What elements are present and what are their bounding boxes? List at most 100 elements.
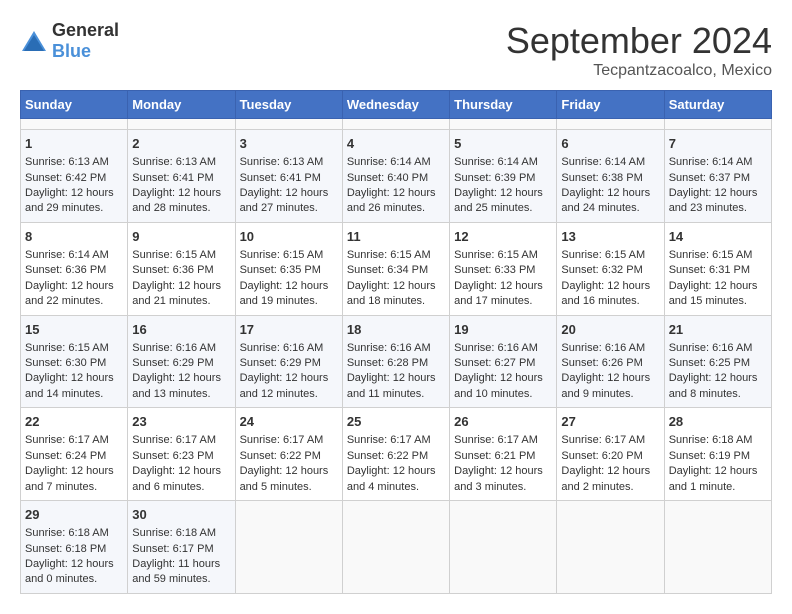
sunrise-text: Sunrise: 6:13 AM bbox=[240, 156, 324, 168]
sunrise-text: Sunrise: 6:14 AM bbox=[25, 249, 109, 261]
sunrise-text: Sunrise: 6:17 AM bbox=[561, 434, 645, 446]
calendar-cell: 21Sunrise: 6:16 AMSunset: 6:25 PMDayligh… bbox=[664, 315, 771, 408]
dow-header-sunday: Sunday bbox=[21, 91, 128, 119]
sunrise-text: Sunrise: 6:16 AM bbox=[132, 342, 216, 354]
dow-header-saturday: Saturday bbox=[664, 91, 771, 119]
sunset-text: Sunset: 6:28 PM bbox=[347, 357, 428, 369]
title-area: September 2024 Tecpantzacoalco, Mexico bbox=[506, 20, 772, 80]
month-title: September 2024 bbox=[506, 20, 772, 62]
calendar-cell bbox=[235, 501, 342, 594]
day-number: 8 bbox=[25, 228, 123, 246]
sunrise-text: Sunrise: 6:13 AM bbox=[25, 156, 109, 168]
sunset-text: Sunset: 6:25 PM bbox=[669, 357, 750, 369]
sunset-text: Sunset: 6:32 PM bbox=[561, 264, 642, 276]
daylight-text: Daylight: 12 hours and 9 minutes. bbox=[561, 372, 650, 399]
sunrise-text: Sunrise: 6:15 AM bbox=[25, 342, 109, 354]
logo-general-text: General bbox=[52, 20, 119, 40]
daylight-text: Daylight: 12 hours and 7 minutes. bbox=[25, 465, 114, 492]
calendar-cell: 10Sunrise: 6:15 AMSunset: 6:35 PMDayligh… bbox=[235, 222, 342, 315]
sunset-text: Sunset: 6:18 PM bbox=[25, 543, 106, 555]
calendar-cell bbox=[450, 501, 557, 594]
calendar-cell: 9Sunrise: 6:15 AMSunset: 6:36 PMDaylight… bbox=[128, 222, 235, 315]
sunset-text: Sunset: 6:36 PM bbox=[25, 264, 106, 276]
sunrise-text: Sunrise: 6:17 AM bbox=[132, 434, 216, 446]
sunset-text: Sunset: 6:26 PM bbox=[561, 357, 642, 369]
calendar-cell: 8 Sunrise: 6:14 AM Sunset: 6:36 PM Daylight… bbox=[21, 222, 128, 315]
sunset-text: Sunset: 6:22 PM bbox=[347, 450, 428, 462]
sunset-text: Sunset: 6:27 PM bbox=[454, 357, 535, 369]
day-number: 29 bbox=[25, 506, 123, 524]
daylight-text: Daylight: 12 hours and 22 minutes. bbox=[25, 280, 114, 307]
daylight-text: Daylight: 12 hours and 10 minutes. bbox=[454, 372, 543, 399]
day-number: 4 bbox=[347, 135, 445, 153]
day-number: 9 bbox=[132, 228, 230, 246]
daylight-text: Daylight: 12 hours and 6 minutes. bbox=[132, 465, 221, 492]
daylight-text: Daylight: 12 hours and 15 minutes. bbox=[669, 280, 758, 307]
day-number: 27 bbox=[561, 413, 659, 431]
daylight-text: Daylight: 12 hours and 11 minutes. bbox=[347, 372, 436, 399]
daylight-text: Daylight: 12 hours and 3 minutes. bbox=[454, 465, 543, 492]
sunrise-text: Sunrise: 6:14 AM bbox=[561, 156, 645, 168]
sunrise-text: Sunrise: 6:15 AM bbox=[669, 249, 753, 261]
day-number: 28 bbox=[669, 413, 767, 431]
sunrise-text: Sunrise: 6:15 AM bbox=[454, 249, 538, 261]
day-number: 5 bbox=[454, 135, 552, 153]
daylight-text: Daylight: 12 hours and 8 minutes. bbox=[669, 372, 758, 399]
daylight-text: Daylight: 12 hours and 14 minutes. bbox=[25, 372, 114, 399]
sunrise-text: Sunrise: 6:16 AM bbox=[240, 342, 324, 354]
sunset-text: Sunset: 6:40 PM bbox=[347, 172, 428, 184]
sunset-text: Sunset: 6:24 PM bbox=[25, 450, 106, 462]
sunrise-text: Sunrise: 6:16 AM bbox=[669, 342, 753, 354]
day-number: 24 bbox=[240, 413, 338, 431]
day-number: 7 bbox=[669, 135, 767, 153]
sunrise-text: Sunrise: 6:17 AM bbox=[25, 434, 109, 446]
calendar-body: 1Sunrise: 6:13 AMSunset: 6:42 PMDaylight… bbox=[21, 119, 772, 594]
calendar-cell: 6Sunrise: 6:14 AMSunset: 6:38 PMDaylight… bbox=[557, 130, 664, 223]
calendar-cell: 22Sunrise: 6:17 AMSunset: 6:24 PMDayligh… bbox=[21, 408, 128, 501]
sunset-text: Sunset: 6:29 PM bbox=[132, 357, 213, 369]
calendar-cell: 28Sunrise: 6:18 AMSunset: 6:19 PMDayligh… bbox=[664, 408, 771, 501]
daylight-text: Daylight: 12 hours and 5 minutes. bbox=[240, 465, 329, 492]
sunrise-text: Sunrise: 6:15 AM bbox=[561, 249, 645, 261]
dow-header-wednesday: Wednesday bbox=[342, 91, 449, 119]
calendar-cell: 13Sunrise: 6:15 AMSunset: 6:32 PMDayligh… bbox=[557, 222, 664, 315]
daylight-text: Daylight: 12 hours and 17 minutes. bbox=[454, 280, 543, 307]
dow-header-monday: Monday bbox=[128, 91, 235, 119]
daylight-text: Daylight: 12 hours and 24 minutes. bbox=[561, 187, 650, 214]
sunrise-text: Sunrise: 6:16 AM bbox=[561, 342, 645, 354]
logo-icon bbox=[20, 27, 48, 55]
day-of-week-header-row: SundayMondayTuesdayWednesdayThursdayFrid… bbox=[21, 91, 772, 119]
sunrise-text: Sunrise: 6:15 AM bbox=[240, 249, 324, 261]
sunset-text: Sunset: 6:38 PM bbox=[561, 172, 642, 184]
day-number: 10 bbox=[240, 228, 338, 246]
day-number: 2 bbox=[132, 135, 230, 153]
sunrise-text: Sunrise: 6:18 AM bbox=[25, 527, 109, 539]
daylight-text: Daylight: 12 hours and 28 minutes. bbox=[132, 187, 221, 214]
daylight-text: Daylight: 12 hours and 0 minutes. bbox=[25, 558, 114, 585]
calendar-week-4: 22Sunrise: 6:17 AMSunset: 6:24 PMDayligh… bbox=[21, 408, 772, 501]
calendar-cell: 20Sunrise: 6:16 AMSunset: 6:26 PMDayligh… bbox=[557, 315, 664, 408]
calendar-cell: 24Sunrise: 6:17 AMSunset: 6:22 PMDayligh… bbox=[235, 408, 342, 501]
calendar-cell bbox=[557, 119, 664, 130]
calendar-cell: 1Sunrise: 6:13 AMSunset: 6:42 PMDaylight… bbox=[21, 130, 128, 223]
calendar-cell: 23Sunrise: 6:17 AMSunset: 6:23 PMDayligh… bbox=[128, 408, 235, 501]
sunset-text: Sunset: 6:29 PM bbox=[240, 357, 321, 369]
day-number: 17 bbox=[240, 321, 338, 339]
calendar-cell: 15Sunrise: 6:15 AMSunset: 6:30 PMDayligh… bbox=[21, 315, 128, 408]
sunset-text: Sunset: 6:36 PM bbox=[132, 264, 213, 276]
sunset-text: Sunset: 6:34 PM bbox=[347, 264, 428, 276]
daylight-text: Daylight: 12 hours and 18 minutes. bbox=[347, 280, 436, 307]
sunset-text: Sunset: 6:20 PM bbox=[561, 450, 642, 462]
logo: General Blue bbox=[20, 20, 119, 62]
daylight-text: Daylight: 12 hours and 12 minutes. bbox=[240, 372, 329, 399]
calendar-cell bbox=[235, 119, 342, 130]
day-number: 19 bbox=[454, 321, 552, 339]
sunset-text: Sunset: 6:31 PM bbox=[669, 264, 750, 276]
day-number: 18 bbox=[347, 321, 445, 339]
daylight-text: Daylight: 12 hours and 25 minutes. bbox=[454, 187, 543, 214]
calendar-cell: 11Sunrise: 6:15 AMSunset: 6:34 PMDayligh… bbox=[342, 222, 449, 315]
calendar-cell bbox=[342, 119, 449, 130]
sunrise-text: Sunrise: 6:17 AM bbox=[454, 434, 538, 446]
calendar-cell: 26Sunrise: 6:17 AMSunset: 6:21 PMDayligh… bbox=[450, 408, 557, 501]
calendar-cell bbox=[664, 501, 771, 594]
